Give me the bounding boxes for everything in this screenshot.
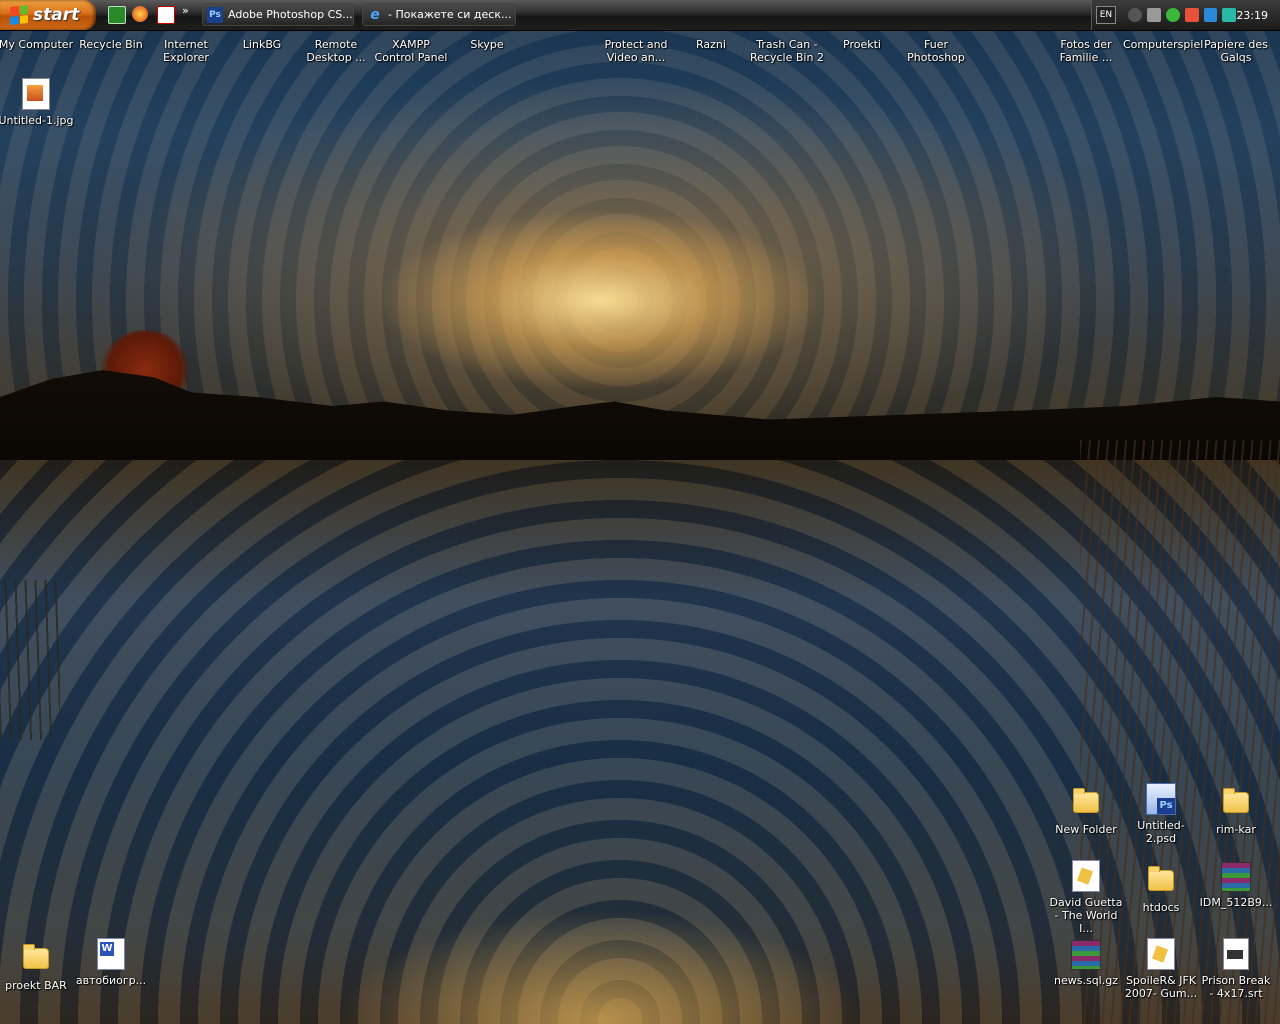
desktop-icon-fuer-photoshop[interactable]: Fuer Photoshop — [898, 38, 974, 64]
desktop-icon-computerspiel[interactable]: Computerspiel — [1123, 38, 1203, 51]
desktop-icon-rim-kar[interactable]: rim-kar — [1198, 785, 1274, 836]
folder-icon — [23, 944, 49, 969]
folder-icon — [1073, 788, 1099, 813]
photoshop-icon: Ps — [207, 6, 223, 23]
start-label: start — [33, 5, 80, 25]
desktop-icon-untitled-jpg[interactable]: Untitled-1.jpg — [0, 78, 74, 127]
desktop-icon-my-computer[interactable]: My Computer — [0, 38, 74, 51]
subtitle-file-icon — [1223, 938, 1249, 970]
desktop-icon-avtobiografia-doc[interactable]: W автобиогр... — [73, 938, 149, 987]
tray-expand-icon[interactable] — [1127, 8, 1142, 22]
desktop-icon-spoiler-jfk[interactable]: SpoileR& JFK 2007- Gum... — [1123, 938, 1199, 1000]
desktop-icon-xampp[interactable]: XAMPP Control Panel — [373, 38, 449, 64]
psd-file-icon: Ps — [1146, 783, 1176, 815]
taskbar: start » Ps Adobe Photoshop CS... e - Пок… — [0, 0, 1280, 31]
folder-icon — [1223, 788, 1249, 813]
desktop-icon-remote-desktop[interactable]: Remote Desktop ... — [298, 38, 374, 64]
archive-icon — [1221, 862, 1251, 892]
task-button-photoshop[interactable]: Ps Adobe Photoshop CS... — [202, 3, 354, 26]
task-label: Adobe Photoshop CS... — [228, 8, 353, 21]
desktop-icon-protect-video[interactable]: Protect and Video an... — [598, 38, 674, 64]
clock: 23:19 — [1236, 8, 1269, 22]
wallpaper-sky — [0, 0, 1280, 440]
network-icon[interactable] — [1203, 8, 1218, 22]
desktop-icon-untitled-psd[interactable]: Ps Untitled-2.psd — [1123, 783, 1199, 845]
internet-explorer-icon: e — [370, 6, 380, 23]
desktop-icon-idm-archive[interactable]: IDM_512B9... — [1198, 862, 1274, 909]
desktop-icon-proekti[interactable]: Proekti — [824, 38, 900, 51]
desktop-icon-papiere[interactable]: Papiere des Galqs — [1198, 38, 1274, 64]
quicklaunch-firefox-icon[interactable] — [132, 6, 148, 22]
quicklaunch-green-app-icon[interactable] — [108, 6, 126, 24]
jpg-file-icon — [22, 78, 50, 110]
wallpaper-reeds — [1080, 440, 1280, 1024]
desktop-icon-prison-break-srt[interactable]: Prison Break - 4x17.srt — [1198, 938, 1274, 1000]
desktop-icon-razni[interactable]: Razni — [673, 38, 749, 51]
word-document-icon: W — [97, 938, 125, 970]
desktop-icon-fotos-familie[interactable]: Fotos der Familie ... — [1048, 38, 1124, 64]
desktop-icon-trash-can[interactable]: Trash Can - Recycle Bin 2 — [749, 38, 825, 64]
antivirus-icon[interactable] — [1184, 8, 1199, 22]
desktop-icon-skype[interactable]: Skype — [449, 38, 525, 51]
task-label: - Покажете си деск... — [388, 8, 512, 21]
media-file-icon — [1147, 938, 1175, 970]
quicklaunch-more-chevron[interactable]: » — [182, 4, 189, 17]
desktop-icon-proekt-bar[interactable]: proekt BAR — [0, 941, 74, 992]
lock-icon[interactable] — [1146, 8, 1161, 22]
windows-flag-icon — [10, 5, 28, 25]
desktop-icon-new-folder[interactable]: New Folder — [1048, 785, 1124, 836]
quicklaunch-pdf-icon[interactable] — [157, 6, 175, 24]
desktop-icon-david-guetta[interactable]: David Guetta - The World I... — [1048, 860, 1124, 935]
desktop-icon-recycle-bin[interactable]: Recycle Bin — [73, 38, 149, 51]
system-tray: EN 23:19 — [1091, 0, 1280, 30]
desktop-icon-internet-explorer[interactable]: Internet Explorer — [148, 38, 224, 64]
task-button-browser[interactable]: e - Покажете си деск... — [362, 3, 516, 26]
start-button[interactable]: start — [0, 0, 96, 30]
desktop-icon-linkbg[interactable]: LinkBG — [224, 38, 300, 51]
messenger-icon[interactable] — [1165, 8, 1180, 22]
wallpaper-reeds-left — [0, 580, 60, 740]
skype-tray-icon[interactable] — [1222, 8, 1237, 22]
desktop-icon-htdocs[interactable]: htdocs — [1123, 863, 1199, 914]
folder-icon — [1148, 866, 1174, 891]
archive-icon — [1071, 940, 1101, 970]
desktop-icon-news-sql[interactable]: news.sql.gz — [1048, 940, 1124, 987]
media-file-icon — [1072, 860, 1100, 892]
language-indicator[interactable]: EN — [1096, 6, 1116, 24]
